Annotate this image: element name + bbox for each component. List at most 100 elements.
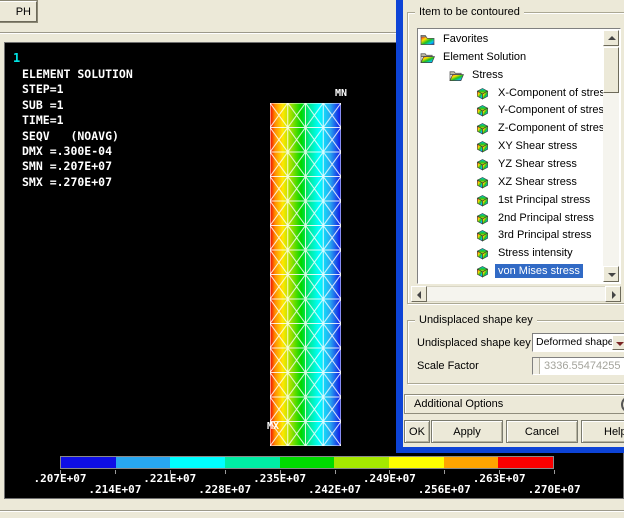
tree-item-label: 3rd Principal stress (495, 228, 595, 242)
tree-item-label: 1st Principal stress (495, 193, 593, 207)
legend-value: .235E+07 (253, 472, 306, 485)
ansys-application-window: PH 1 ELEMENT SOLUTION STEP=1 SUB =1 TIME… (0, 0, 624, 518)
disabled-cell (533, 358, 540, 374)
tree-item-xz-shear-stress[interactable]: XZ Shear stress (418, 175, 603, 192)
legend-value: .249E+07 (363, 472, 416, 485)
contour-nodal-solution-dialog: Item to be contoured Favorites Element So… (396, 0, 624, 453)
result-cube-icon (475, 87, 490, 100)
dialog-button-row: OKApplyCancelHelp (403, 420, 624, 443)
legend-value: .207E+07 (34, 472, 87, 485)
legend-color-segment (61, 457, 116, 468)
shape-key-field-label: Undisplaced shape key (417, 337, 531, 349)
group-title: Undisplaced shape key (415, 314, 537, 326)
toolbar-divider (0, 32, 396, 34)
cancel-button[interactable]: Cancel (506, 420, 578, 443)
scroll-right-button[interactable] (605, 286, 621, 302)
legend-color-segment (225, 457, 280, 468)
tree-item-element-solution[interactable]: Element Solution (418, 50, 603, 67)
result-cube-icon (475, 140, 490, 153)
window-number: 1 (13, 51, 20, 65)
contour-legend-bar (60, 456, 554, 469)
max-node-label: MX (267, 421, 279, 432)
tree-item-label: Element Solution (440, 50, 529, 64)
additional-options-expander[interactable]: Additional Options (404, 394, 624, 414)
additional-options-label: Additional Options (414, 398, 503, 410)
scrollbar-thumb[interactable] (603, 47, 619, 93)
legend-color-segment (444, 457, 499, 468)
tree-rows: Favorites Element Solution Stress X-Compone… (418, 29, 603, 283)
scroll-down-button[interactable] (603, 266, 619, 282)
tree-item-label: Y-Component of stress (495, 103, 612, 117)
scale-factor-field-label: Scale Factor (417, 360, 479, 372)
legend-value: .270E+07 (528, 483, 581, 496)
scale-factor-value: 3336.55474255 (544, 360, 620, 372)
result-cube-icon (475, 158, 490, 171)
legend-color-segment (389, 457, 444, 468)
result-cube-icon (475, 104, 490, 117)
tree-item-label: Stress intensity (495, 246, 576, 260)
contour-model-plot (270, 103, 341, 446)
item-to-be-contoured-group: Item to be contoured FavoritesElement So… (407, 12, 624, 304)
folder-open-icon (420, 51, 435, 64)
tree-item-z-component-of-stress[interactable]: Z-Component of stress (418, 121, 603, 138)
solution-annotation-text: ELEMENT SOLUTION STEP=1 SUB =1 TIME=1 SE… (22, 67, 133, 190)
legend-value: .263E+07 (473, 472, 526, 485)
legend-color-segment (116, 457, 171, 468)
toolbar-graph-button[interactable]: PH (0, 1, 37, 22)
tree-item-y-component-of-stress[interactable]: Y-Component of stress (418, 103, 603, 120)
tree-item-von-mises-stress[interactable]: von Mises stress (418, 264, 603, 281)
tree-item-label: XY Shear stress (495, 139, 580, 153)
mesh-overlay (270, 103, 341, 446)
tree-item-label: Favorites (440, 32, 491, 46)
statusbar-divider (0, 510, 624, 512)
ok-button[interactable]: OK (404, 420, 430, 443)
help-button[interactable]: Help (581, 420, 624, 443)
legend-value: .221E+07 (143, 472, 196, 485)
tree-item-xy-shear-stress[interactable]: XY Shear stress (418, 139, 603, 156)
group-title: Item to be contoured (415, 6, 524, 18)
result-cube-icon (475, 265, 490, 278)
legend-value: .228E+07 (198, 483, 251, 496)
tree-item-label: von Mises stress (495, 264, 583, 278)
result-cube-icon (475, 176, 490, 189)
tree-item-label: 2nd Principal stress (495, 211, 597, 225)
tree-item-yz-shear-stress[interactable]: YZ Shear stress (418, 157, 603, 174)
result-cube-icon (475, 194, 490, 207)
tree-item-label: Stress (469, 68, 506, 82)
tree-item-label: YZ Shear stress (495, 157, 580, 171)
scroll-left-button[interactable] (411, 286, 427, 302)
tree-item-stress-intensity[interactable]: Stress intensity (418, 246, 603, 263)
selected-option: Deformed shape or (536, 336, 624, 348)
legend-color-segment (280, 457, 335, 468)
result-cube-icon (475, 122, 490, 135)
tree-item-2nd-principal-stress[interactable]: 2nd Principal stress (418, 211, 603, 228)
undisplaced-shape-key-group: Undisplaced shape key Undisplaced shape … (407, 320, 624, 384)
legend-color-segment (334, 457, 389, 468)
scale-factor-input: 3336.55474255 (532, 357, 624, 375)
tree-horizontal-scrollbar[interactable] (411, 286, 621, 302)
contour-item-tree[interactable]: Favorites Element Solution Stress X-Compone… (417, 28, 621, 284)
tree-item-1st-principal-stress[interactable]: 1st Principal stress (418, 193, 603, 210)
dropdown-arrow-icon[interactable] (612, 335, 624, 350)
legend-color-segment (170, 457, 225, 468)
legend-value: .242E+07 (308, 483, 361, 496)
tree-item-x-component-of-stress[interactable]: X-Component of stress (418, 86, 603, 103)
result-cube-icon (475, 212, 490, 225)
undisplaced-shape-key-select[interactable]: Deformed shape or (532, 333, 624, 352)
apply-button[interactable]: Apply (431, 420, 503, 443)
legend-color-segment (498, 457, 553, 468)
folder-open-icon (449, 69, 464, 82)
result-cube-icon (475, 229, 490, 242)
tree-item-3rd-principal-stress[interactable]: 3rd Principal stress (418, 228, 603, 245)
result-cube-icon (475, 247, 490, 260)
tree-item-stress[interactable]: Stress (418, 68, 603, 85)
tree-vertical-scrollbar[interactable] (603, 30, 619, 282)
tree-item-label: X-Component of stress (495, 86, 614, 100)
legend-value: .214E+07 (88, 483, 141, 496)
legend-values: .207E+07.214E+07.221E+07.228E+07.235E+07… (5, 472, 624, 496)
tree-item-favorites[interactable]: Favorites (418, 32, 603, 49)
tree-item-label: XZ Shear stress (495, 175, 580, 189)
min-node-label: MN (335, 88, 347, 99)
scroll-up-button[interactable] (603, 30, 619, 46)
folder-closed-icon (420, 33, 435, 46)
